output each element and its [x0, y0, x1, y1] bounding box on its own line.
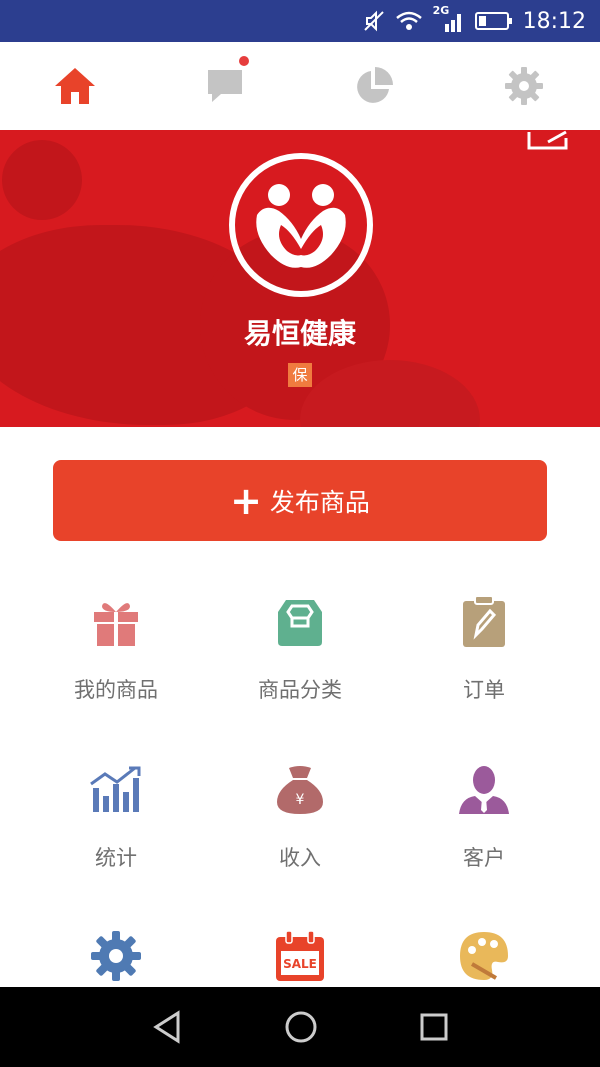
notification-dot: [239, 56, 249, 66]
menu-item-categories[interactable]: 商品分类: [200, 594, 400, 734]
guarantee-badge: 保: [288, 363, 312, 387]
system-navigation-bar: [0, 987, 600, 1067]
menu-label: 商品分类: [258, 678, 342, 702]
plus-icon: +: [230, 478, 262, 523]
menu-item-statistics[interactable]: 统计: [16, 762, 216, 902]
top-navigation: [0, 42, 600, 130]
category-box-icon: [278, 600, 322, 646]
clock: 18:12: [522, 8, 586, 34]
palette-icon: [460, 932, 508, 980]
menu-label: 收入: [279, 846, 321, 870]
share-icon[interactable]: [526, 130, 572, 152]
wifi-icon: [395, 11, 422, 30]
signal-icon: 2G: [433, 4, 465, 34]
gift-icon: [94, 603, 138, 646]
menu-item-my-products[interactable]: 我的商品: [16, 594, 216, 734]
menu-label: 客户: [463, 846, 505, 870]
menu-item-customers[interactable]: 客户: [384, 762, 584, 902]
tab-statistics[interactable]: [350, 62, 398, 110]
recent-apps-icon[interactable]: [416, 1009, 452, 1045]
banner-decoration: [2, 140, 82, 220]
tab-messages[interactable]: [201, 56, 249, 110]
clipboard-icon: [463, 595, 505, 647]
tab-home[interactable]: [51, 62, 99, 110]
menu-item-orders[interactable]: 订单: [384, 594, 584, 734]
pie-chart-icon: [357, 67, 393, 103]
mute-icon: [363, 10, 384, 32]
svg-text:SALE: SALE: [283, 957, 317, 971]
menu-label: 我的商品: [74, 678, 158, 702]
menu-label: 统计: [95, 846, 137, 870]
shop-name: 易恒健康: [243, 317, 356, 350]
back-icon[interactable]: [150, 1009, 186, 1045]
settings-gear-icon: [91, 931, 141, 981]
heart-hands-logo-icon: [256, 184, 346, 268]
sale-calendar-icon: SALE: [276, 930, 324, 981]
money-bag-icon: ¥: [277, 766, 323, 814]
statistics-chart-icon: [90, 766, 141, 812]
svg-text:¥: ¥: [296, 792, 305, 808]
customer-icon: [459, 766, 509, 814]
shop-logo[interactable]: [229, 153, 373, 297]
battery-icon: [474, 12, 512, 30]
tab-settings[interactable]: [500, 62, 548, 110]
home-icon: [55, 68, 95, 104]
menu-item-income[interactable]: ¥ 收入: [200, 762, 400, 902]
gear-icon: [505, 67, 543, 105]
publish-button-label: 发布商品: [269, 487, 370, 517]
status-bar: 2G 18:12: [0, 0, 600, 42]
menu-label: 订单: [463, 678, 505, 702]
home-circle-icon[interactable]: [283, 1009, 319, 1045]
publish-product-button[interactable]: + 发布商品: [53, 460, 547, 541]
message-icon: [208, 70, 242, 102]
